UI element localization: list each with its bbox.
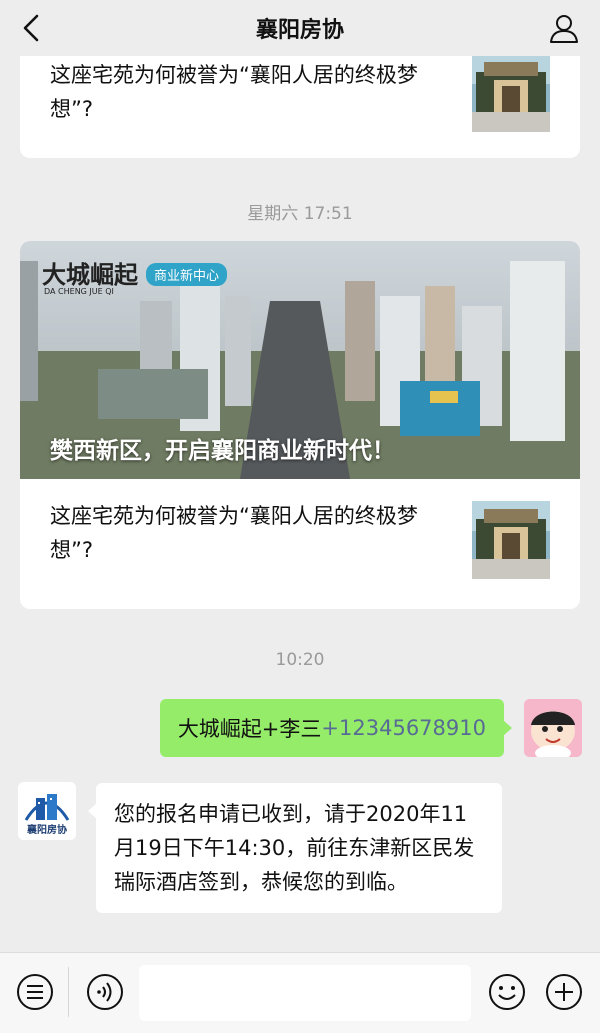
- article-card-top[interactable]: 这座宅苑为何被誉为“襄阳人居的终极梦想”?: [20, 40, 580, 158]
- phone-number-link[interactable]: +12345678910: [321, 716, 486, 740]
- timestamp: 星期六 17:51: [247, 204, 353, 224]
- top-bar: 襄阳房协: [0, 0, 600, 56]
- input-toolbar: [0, 952, 600, 1033]
- emoji-icon[interactable]: [486, 971, 528, 1013]
- received-message-bubble[interactable]: 您的报名申请已收到，请于2020年11月19日下午14:30，前往东津新区民发瑞…: [88, 783, 502, 913]
- hero-logo: 大城崛起 商业新中心: [42, 255, 228, 290]
- article-title: 这座宅苑为何被誉为“襄阳人居的终极梦想”?: [50, 504, 418, 562]
- article-title: 这座宅苑为何被誉为“襄阳人居的终极梦想”?: [50, 63, 418, 121]
- back-icon[interactable]: [14, 10, 50, 46]
- org-avatar-label: 襄阳房协: [27, 825, 67, 836]
- hero-logo-pinyin: DA CHENG JUE QI: [44, 287, 114, 296]
- user-avatar[interactable]: [524, 699, 582, 757]
- hero-logo-sub: 商业新中心: [146, 263, 228, 286]
- hero-article[interactable]: 大城崛起 商业新中心 DA CHENG JUE QI 樊西新区，开启襄阳商业新时…: [20, 241, 580, 479]
- voice-icon[interactable]: [84, 971, 126, 1013]
- toolbar-divider: [68, 967, 69, 1017]
- sub-article[interactable]: 这座宅苑为何被誉为“襄阳人居的终极梦想”?: [20, 479, 580, 609]
- sent-message-text: 大城崛起+李三: [177, 717, 322, 741]
- article-thumbnail: [472, 501, 550, 579]
- profile-icon[interactable]: [546, 10, 582, 46]
- plus-icon[interactable]: [543, 971, 585, 1013]
- org-avatar[interactable]: 襄阳房协: [18, 782, 76, 840]
- sent-message-bubble[interactable]: 大城崛起+李三 +12345678910: [159, 699, 513, 757]
- message-input[interactable]: [139, 965, 471, 1021]
- article-card-multi[interactable]: 大城崛起 商业新中心 DA CHENG JUE QI 樊西新区，开启襄阳商业新时…: [20, 241, 580, 609]
- timestamp: 10:20: [275, 650, 325, 670]
- chat-title: 襄阳房协: [255, 18, 344, 43]
- article-thumbnail: [472, 54, 550, 132]
- hero-logo-main: 大城崛起: [42, 260, 138, 289]
- received-message-text: 您的报名申请已收到，请于2020年11月19日下午14:30，前往东津新区民发瑞…: [114, 802, 475, 894]
- menu-list-icon[interactable]: [14, 971, 56, 1013]
- hero-caption: 樊西新区，开启襄阳商业新时代！: [50, 438, 395, 464]
